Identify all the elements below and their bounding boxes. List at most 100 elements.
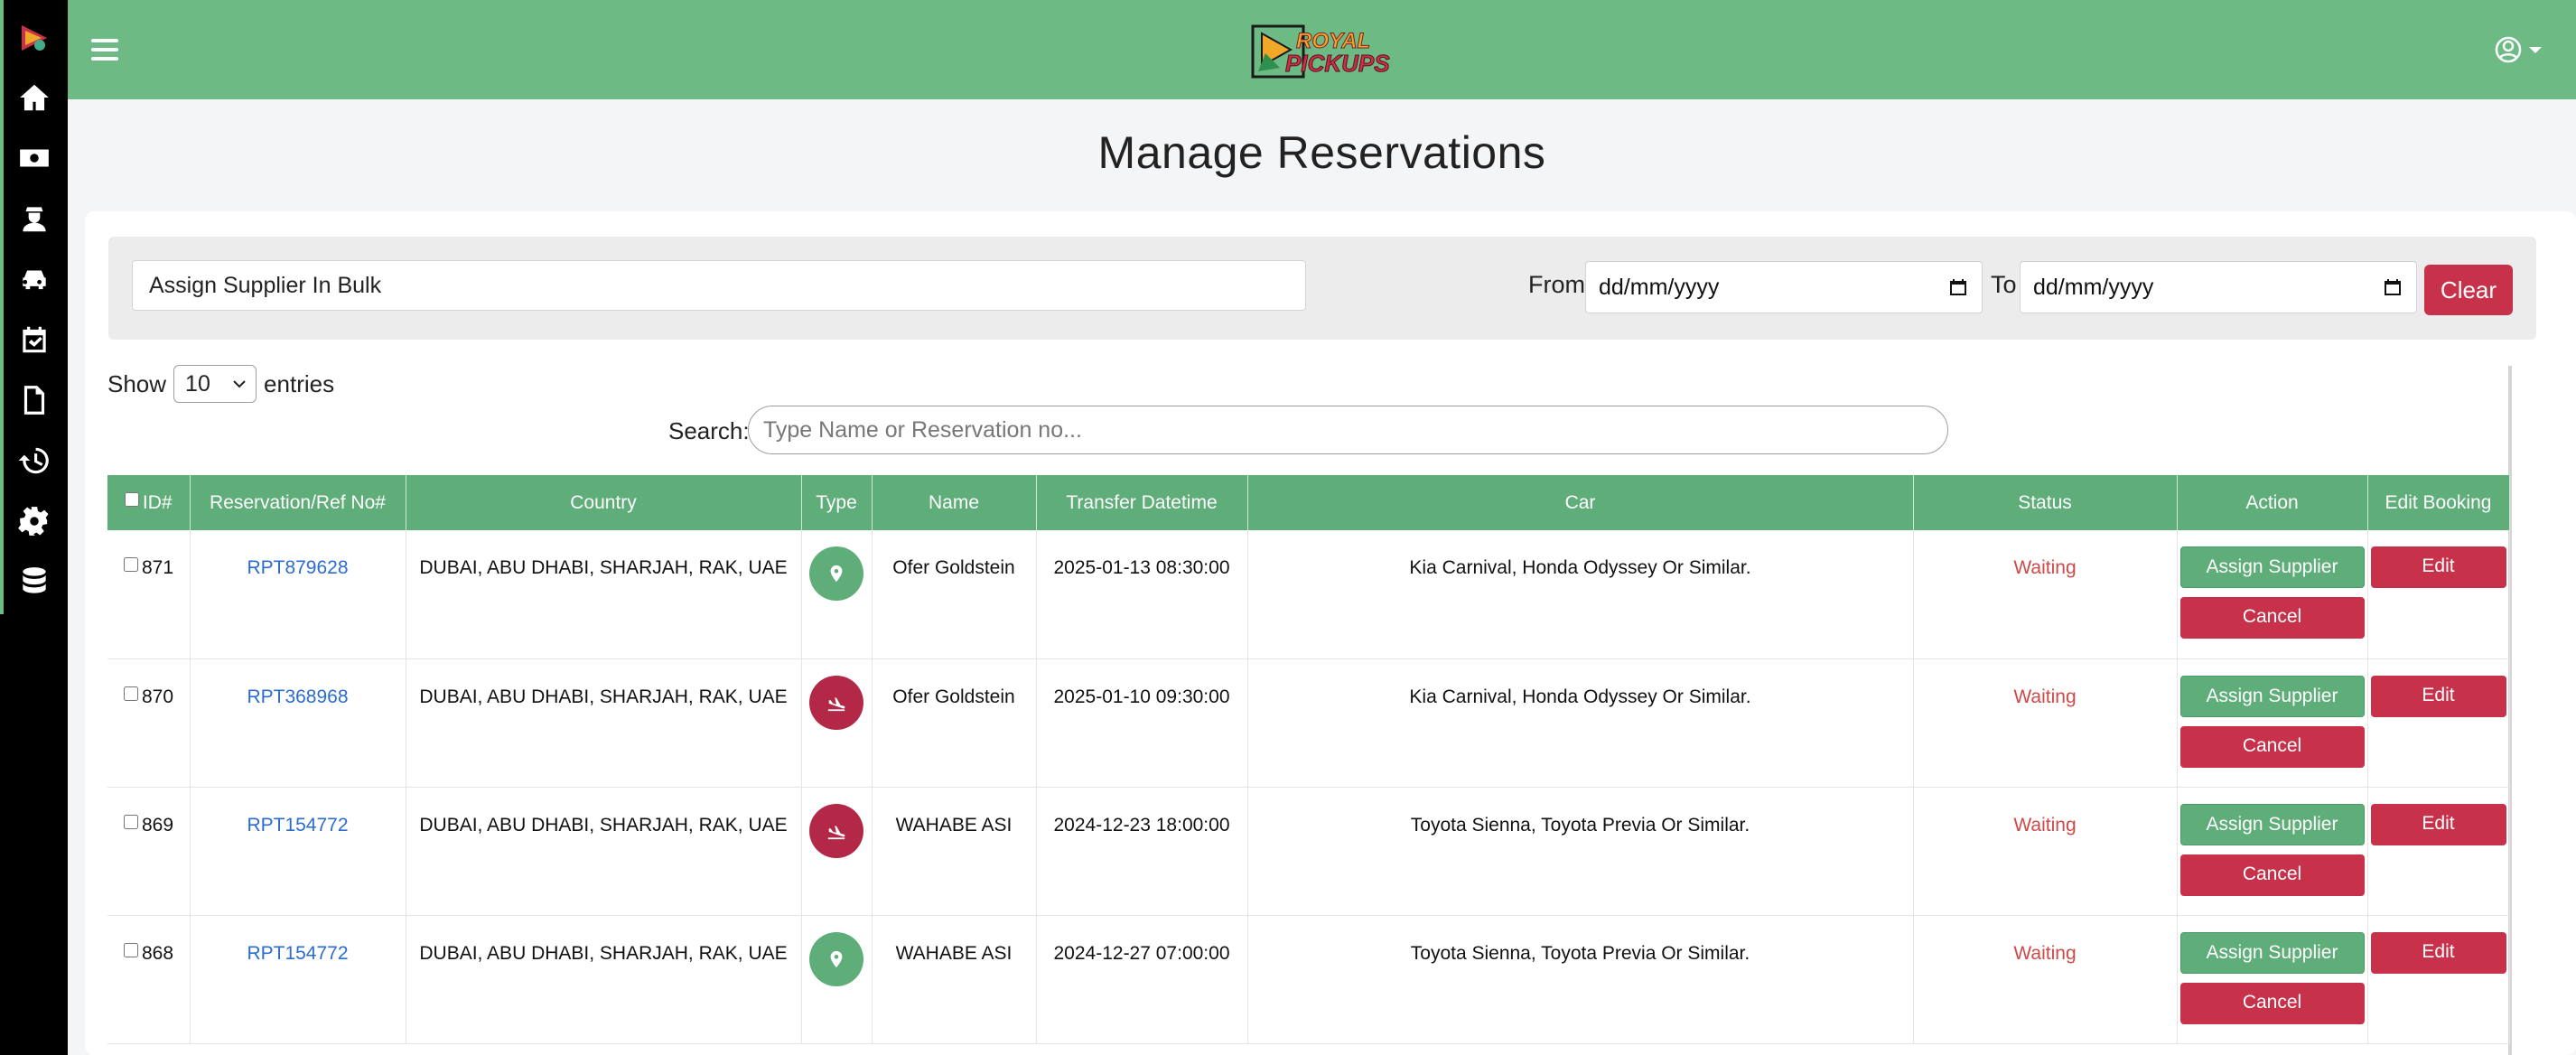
to-date-input[interactable]: dd/mm/yyyy	[2020, 261, 2417, 313]
show-label: Show	[107, 369, 167, 397]
cancel-button[interactable]: Cancel	[2179, 725, 2365, 768]
edit-cell: Edit	[2367, 530, 2510, 659]
column-header[interactable]: Transfer Datetime	[1036, 475, 1248, 530]
datetime-cell: 2024-12-27 07:00:00	[1036, 915, 1248, 1044]
car-cell: Kia Carnival, Honda Odyssey Or Similar.	[1247, 658, 1914, 788]
entries-select[interactable]: 10	[173, 365, 257, 403]
datetime-cell: 2025-01-10 09:30:00	[1036, 658, 1248, 788]
cancel-button[interactable]: Cancel	[2179, 597, 2365, 639]
top-bar: ROYAL PICKUPS	[68, 0, 2576, 99]
type-cell	[801, 658, 873, 788]
country-cell: DUBAI, ABU DHABI, SHARJAH, RAK, UAE	[406, 530, 802, 659]
from-date-input[interactable]: dd/mm/yyyy	[1585, 261, 1983, 313]
edit-cell: Edit	[2367, 658, 2510, 788]
column-header[interactable]: Edit Booking	[2367, 475, 2510, 530]
table-row: 868 RPT154772 DUBAI, ABU DHABI, SHARJAH,…	[107, 915, 2510, 1044]
document-icon[interactable]	[16, 382, 52, 418]
hamburger-menu-icon[interactable]	[91, 34, 118, 65]
car-cell: Kia Carnival, Honda Odyssey Or Similar.	[1247, 530, 1914, 659]
gear-icon[interactable]	[16, 503, 52, 539]
edit-button[interactable]: Edit	[2370, 675, 2506, 717]
row-checkbox[interactable]	[124, 557, 138, 572]
column-header[interactable]: Type	[801, 475, 873, 530]
show-entries: Show 10 entries	[107, 365, 334, 403]
home-icon[interactable]	[16, 79, 52, 116]
table-row: 871 RPT879628 DUBAI, ABU DHABI, SHARJAH,…	[107, 530, 2510, 659]
from-label: From	[1528, 271, 1585, 298]
edit-cell: Edit	[2367, 787, 2510, 916]
column-header[interactable]: Country	[406, 475, 802, 530]
location-pin-icon	[809, 546, 863, 601]
datetime-cell: 2025-01-13 08:30:00	[1036, 530, 1248, 659]
row-checkbox[interactable]	[124, 814, 138, 829]
to-label: To	[1991, 271, 2017, 298]
country-cell: DUBAI, ABU DHABI, SHARJAH, RAK, UAE	[406, 915, 802, 1044]
chevron-down-icon	[233, 380, 246, 388]
clear-button[interactable]: Clear	[2424, 265, 2513, 315]
column-header[interactable]: Reservation/Ref No#	[190, 475, 406, 530]
row-checkbox[interactable]	[124, 942, 138, 957]
edit-button[interactable]: Edit	[2370, 803, 2506, 845]
status-cell: Waiting	[1913, 915, 2178, 1044]
row-checkbox[interactable]	[124, 686, 138, 701]
reservation-link[interactable]: RPT368968	[247, 686, 348, 707]
search-label: Search:	[668, 417, 750, 444]
calendar-check-icon[interactable]	[16, 322, 52, 358]
calendar-icon[interactable]	[2382, 276, 2403, 298]
user-account-icon[interactable]	[2493, 34, 2549, 65]
action-cell: Assign Supplier Cancel	[2177, 658, 2368, 788]
column-header[interactable]: Action	[2177, 475, 2368, 530]
cancel-button[interactable]: Cancel	[2179, 982, 2365, 1024]
column-header[interactable]: Name	[872, 475, 1037, 530]
app-logo-icon[interactable]	[16, 20, 52, 56]
reservations-table: ID# Reservation/Ref No# Country Type Nam…	[107, 475, 2510, 1044]
edit-button[interactable]: Edit	[2370, 546, 2506, 588]
status-cell: Waiting	[1913, 658, 2178, 788]
action-cell: Assign Supplier Cancel	[2177, 530, 2368, 659]
reservation-link[interactable]: RPT154772	[247, 815, 348, 836]
royal-pickups-logo: ROYAL PICKUPS	[1251, 24, 1391, 79]
entries-value: 10	[185, 371, 210, 397]
page-title: Manage Reservations	[1097, 127, 1546, 178]
driver-icon[interactable]	[16, 201, 52, 237]
action-cell: Assign Supplier Cancel	[2177, 915, 2368, 1044]
assign-supplier-button[interactable]: Assign Supplier	[2179, 931, 2365, 974]
type-cell	[801, 530, 873, 659]
country-cell: DUBAI, ABU DHABI, SHARJAH, RAK, UAE	[406, 787, 802, 916]
id-cell: 870	[107, 658, 191, 788]
database-icon[interactable]	[16, 564, 52, 600]
table-row: 869 RPT154772 DUBAI, ABU DHABI, SHARJAH,…	[107, 787, 2510, 916]
column-header[interactable]: Status	[1913, 475, 2178, 530]
id-cell: 871	[107, 530, 191, 659]
action-cell: Assign Supplier Cancel	[2177, 787, 2368, 916]
status-badge: Waiting	[2013, 686, 2077, 707]
entries-suffix: entries	[264, 369, 335, 397]
sidebar-accent	[0, 0, 4, 614]
ref-cell: RPT368968	[190, 658, 406, 788]
car-cell: Toyota Sienna, Toyota Previa Or Similar.	[1247, 787, 1914, 916]
assign-supplier-button[interactable]: Assign Supplier	[2179, 675, 2365, 717]
select-all-checkbox[interactable]	[124, 491, 139, 507]
ref-cell: RPT154772	[190, 915, 406, 1044]
edit-button[interactable]: Edit	[2370, 931, 2506, 974]
assign-supplier-button[interactable]: Assign Supplier	[2179, 546, 2365, 588]
plane-landing-icon	[809, 803, 863, 858]
history-icon[interactable]	[16, 443, 52, 479]
search-input[interactable]: Type Name or Reservation no...	[748, 406, 1948, 454]
column-header[interactable]: Car	[1247, 475, 1914, 530]
status-cell: Waiting	[1913, 530, 2178, 659]
car-icon[interactable]	[16, 261, 52, 297]
assign-supplier-button[interactable]: Assign Supplier	[2179, 803, 2365, 845]
calendar-icon[interactable]	[1947, 276, 1969, 298]
name-cell: WAHABE ASI	[872, 915, 1037, 1044]
table-header-row: ID# Reservation/Ref No# Country Type Nam…	[107, 475, 2510, 530]
cancel-button[interactable]: Cancel	[2179, 854, 2365, 896]
reservation-link[interactable]: RPT154772	[247, 943, 348, 964]
sidebar	[0, 0, 68, 1055]
status-badge: Waiting	[2013, 814, 2077, 836]
reservation-link[interactable]: RPT879628	[247, 557, 348, 578]
money-icon[interactable]	[16, 140, 52, 176]
table-row: 870 RPT368968 DUBAI, ABU DHABI, SHARJAH,…	[107, 658, 2510, 788]
bulk-action-select[interactable]: Assign Supplier In Bulk	[132, 260, 1306, 311]
name-cell: WAHABE ASI	[872, 787, 1037, 916]
